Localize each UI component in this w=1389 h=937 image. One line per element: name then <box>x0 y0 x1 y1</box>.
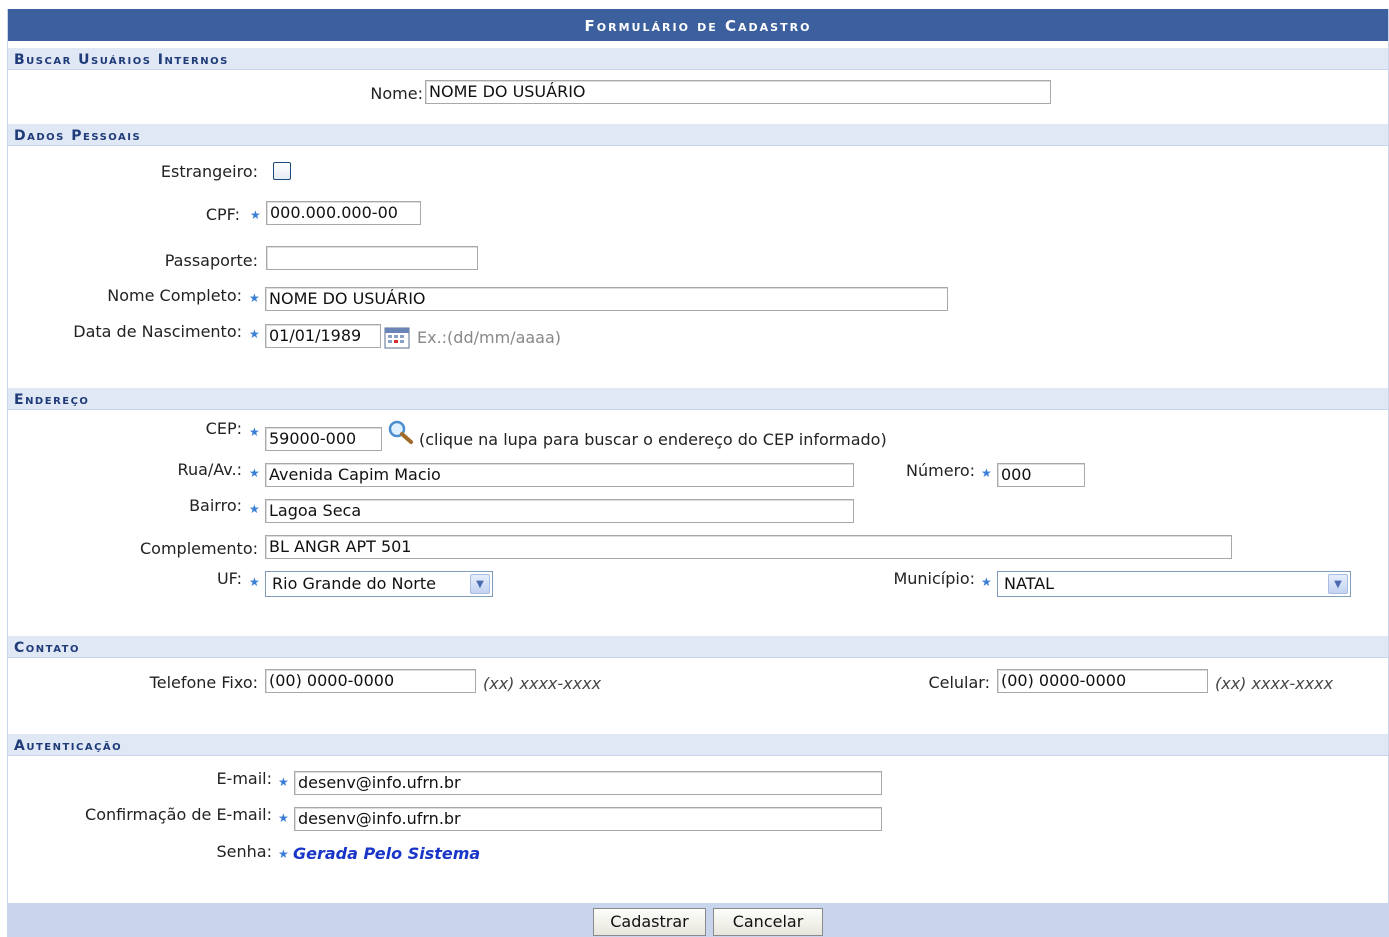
cep-input[interactable]: 59000-000 <box>265 427 382 451</box>
nome-label: Nome: <box>370 84 423 103</box>
chevron-down-icon[interactable]: ▼ <box>1328 574 1348 594</box>
calendar-icon[interactable] <box>384 327 410 349</box>
celular-label: Celular: <box>928 673 990 692</box>
required-star-icon: ★ <box>249 327 260 341</box>
required-star-icon: ★ <box>249 466 260 480</box>
numero-label: Número: <box>906 461 975 480</box>
required-star-icon: ★ <box>249 291 260 305</box>
estrangeiro-label: Estrangeiro: <box>160 162 258 181</box>
complemento-label: Complemento: <box>139 539 258 558</box>
telefone-fixo-label: Telefone Fixo: <box>149 673 258 692</box>
required-star-icon: ★ <box>278 775 289 789</box>
senha-value: Gerada Pelo Sistema <box>293 844 481 863</box>
bairro-input[interactable]: Lagoa Seca <box>265 499 854 523</box>
required-star-icon: ★ <box>249 425 260 439</box>
telefone-fixo-input[interactable]: (00) 0000-0000 <box>265 669 476 693</box>
confirma-email-input[interactable]: desenv@info.ufrn.br <box>294 807 882 831</box>
rua-label: Rua/Av.: <box>177 460 242 479</box>
email-input[interactable]: desenv@info.ufrn.br <box>294 771 882 795</box>
cadastrar-button[interactable]: Cadastrar <box>593 908 706 936</box>
form-footer: Cadastrar Cancelar <box>8 903 1388 937</box>
confirma-email-label: Confirmação de E-mail: <box>85 805 272 824</box>
nome-search-input[interactable]: NOME DO USUÁRIO <box>425 80 1051 104</box>
form-title: Formulário de Cadastro <box>8 9 1388 41</box>
registration-form: Formulário de Cadastro Buscar Usuários I… <box>7 9 1389 937</box>
passaporte-input[interactable] <box>266 246 478 270</box>
senha-label: Senha: <box>216 842 272 861</box>
required-star-icon: ★ <box>249 575 260 589</box>
section-autenticacao-header: Autenticação <box>8 734 1388 756</box>
rua-input[interactable]: Avenida Capim Macio <box>265 463 854 487</box>
estrangeiro-checkbox[interactable] <box>273 162 291 180</box>
municipio-label: Município: <box>893 569 975 588</box>
uf-label: UF: <box>216 569 242 588</box>
section-dados-header: Dados Pessoais <box>8 124 1388 146</box>
required-star-icon: ★ <box>278 847 289 861</box>
telefone-fixo-hint: (xx) xxxx-xxxx <box>483 674 602 693</box>
nascimento-format-hint: Ex.:(dd/mm/aaaa) <box>417 328 562 347</box>
cep-hint: (clique na lupa para buscar o endereço d… <box>419 430 887 449</box>
required-star-icon: ★ <box>250 208 261 222</box>
email-label: E-mail: <box>216 769 272 788</box>
celular-hint: (xx) xxxx-xxxx <box>1215 674 1334 693</box>
cpf-input[interactable]: 000.000.000-00 <box>266 201 421 225</box>
required-star-icon: ★ <box>981 466 992 480</box>
cep-label: CEP: <box>205 419 242 438</box>
cancelar-button[interactable]: Cancelar <box>713 908 823 936</box>
section-endereco-header: Endereço <box>8 388 1388 410</box>
required-star-icon: ★ <box>278 811 289 825</box>
municipio-select[interactable]: NATAL ▼ <box>997 571 1351 597</box>
municipio-selected-value: NATAL <box>1004 574 1055 593</box>
magnifier-icon[interactable] <box>387 419 415 445</box>
passaporte-label: Passaporte: <box>164 251 258 270</box>
nome-completo-label: Nome Completo: <box>107 286 242 305</box>
section-contato-header: Contato <box>8 636 1388 658</box>
complemento-input[interactable]: BL ANGR APT 501 <box>265 535 1232 559</box>
numero-input[interactable]: 000 <box>997 463 1085 487</box>
celular-input[interactable]: (00) 0000-0000 <box>997 669 1208 693</box>
required-star-icon: ★ <box>249 502 260 516</box>
nascimento-label: Data de Nascimento: <box>73 322 242 341</box>
cpf-label: CPF: <box>205 205 240 224</box>
uf-select[interactable]: Rio Grande do Norte ▼ <box>265 571 493 597</box>
section-buscar-header: Buscar Usuários Internos <box>8 48 1388 70</box>
bairro-label: Bairro: <box>189 496 242 515</box>
nascimento-input[interactable]: 01/01/1989 <box>265 324 381 348</box>
chevron-down-icon[interactable]: ▼ <box>470 574 490 594</box>
required-star-icon: ★ <box>981 575 992 589</box>
nome-completo-input[interactable]: NOME DO USUÁRIO <box>265 287 948 311</box>
uf-selected-value: Rio Grande do Norte <box>272 574 436 593</box>
